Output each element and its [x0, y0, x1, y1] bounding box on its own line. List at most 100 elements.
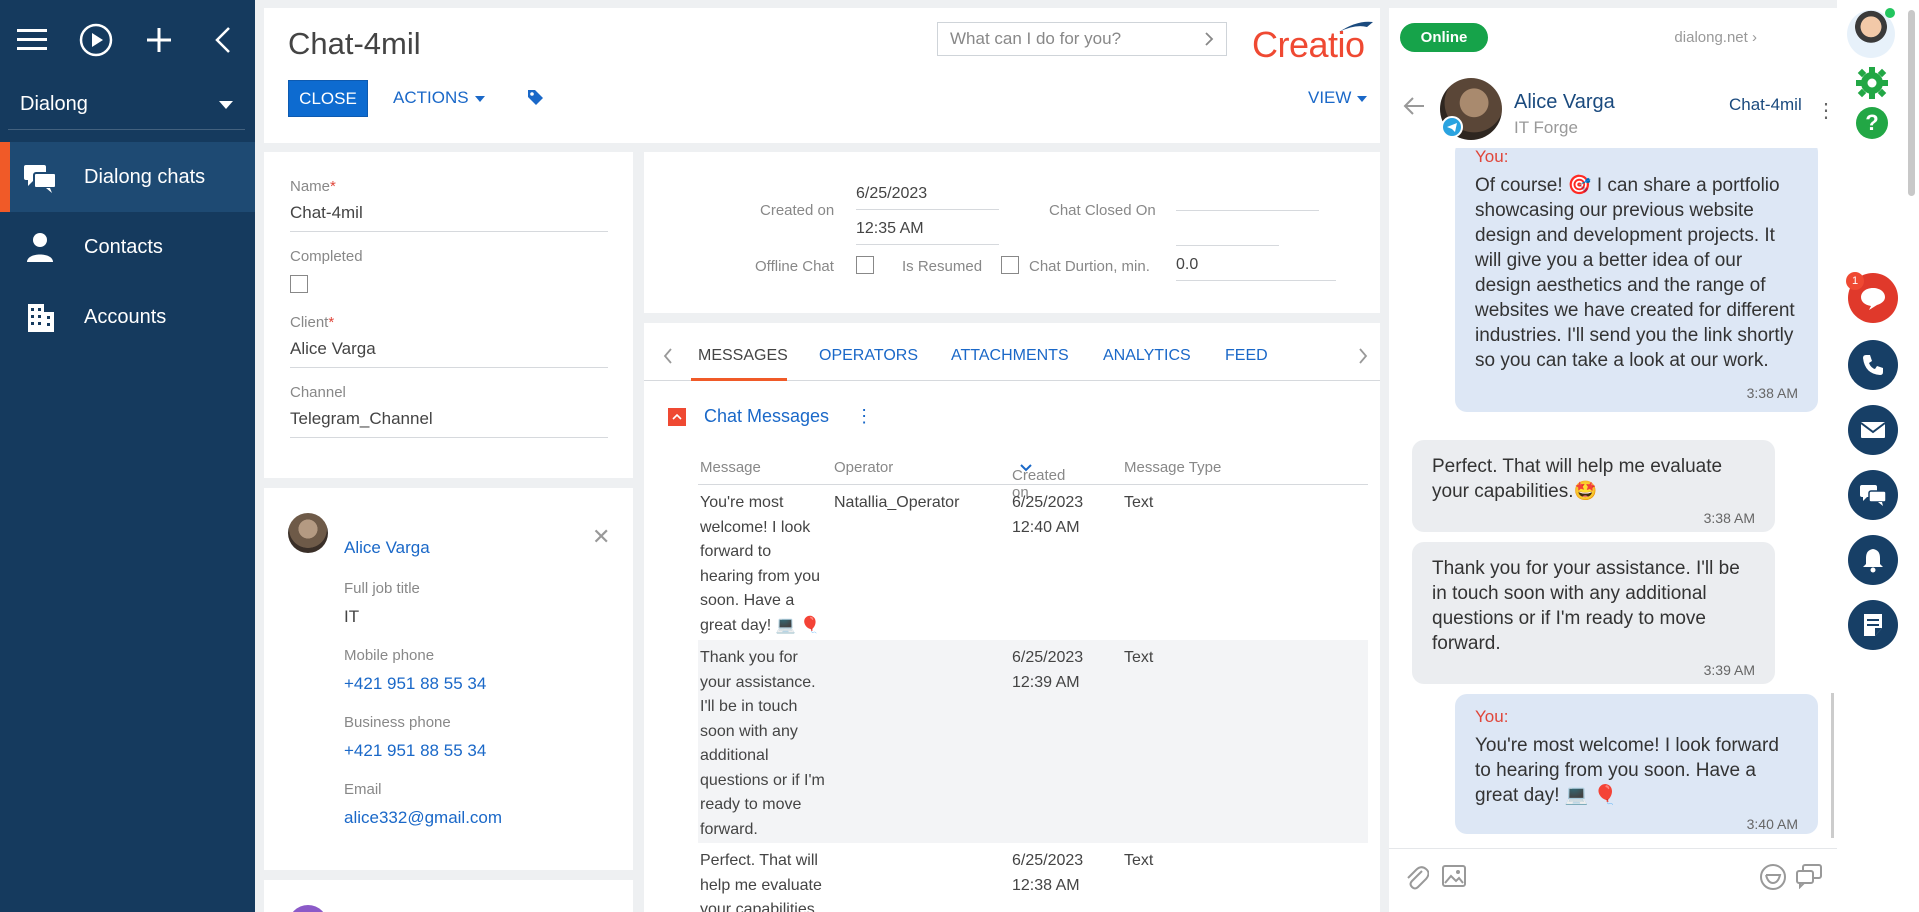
- tag-icon[interactable]: [526, 88, 544, 106]
- message-type-cell: Text: [1124, 649, 1154, 666]
- tab-feed[interactable]: FEED: [1225, 347, 1268, 365]
- completed-checkbox[interactable]: [290, 275, 308, 293]
- tab-messages[interactable]: MESSAGES: [698, 347, 788, 365]
- communication-panel: ? 1: [1837, 0, 1919, 912]
- email-field: Email alice332@gmail.com: [344, 781, 502, 828]
- tabs-scroll-right-icon[interactable]: [1358, 347, 1368, 365]
- add-icon[interactable]: [128, 0, 192, 80]
- name-value[interactable]: Chat-4mil: [290, 203, 608, 232]
- email-link[interactable]: alice332@gmail.com: [344, 808, 502, 828]
- offline-chat-label: Offline Chat: [755, 258, 834, 275]
- bell-icon: [1863, 549, 1883, 573]
- next-card: [264, 880, 633, 912]
- mobile-phone-link[interactable]: +421 951 88 55 34: [344, 674, 486, 694]
- help-icon[interactable]: ?: [1856, 107, 1888, 139]
- chat-closed-on-label: Chat Closed On: [1049, 202, 1156, 219]
- table-row[interactable]: You're most welcome! I look forward to h…: [698, 485, 1368, 640]
- collapse-chevron-icon[interactable]: [191, 0, 255, 80]
- nav-item-accounts[interactable]: Accounts: [0, 282, 255, 352]
- tab-attachments[interactable]: ATTACHMENTS: [951, 347, 1069, 365]
- feed-rail-button[interactable]: [1848, 600, 1898, 650]
- image-icon[interactable]: [1441, 863, 1467, 889]
- attachment-icon[interactable]: [1403, 863, 1429, 893]
- active-tab-indicator: [691, 378, 787, 381]
- collapse-toggle-icon[interactable]: [668, 407, 686, 426]
- operator-cell: Natallia_Operator: [834, 494, 960, 511]
- online-status-badge[interactable]: Online: [1400, 23, 1488, 52]
- page-title: Chat-4mil: [288, 26, 421, 61]
- menu-icon[interactable]: [0, 0, 64, 80]
- mobile-phone-field: Mobile phone +421 951 88 55 34: [344, 647, 486, 694]
- column-header-operator[interactable]: Operator: [834, 459, 893, 476]
- nav-item-contacts[interactable]: Contacts: [0, 212, 255, 282]
- page-scrollbar[interactable]: [1908, 10, 1915, 196]
- quick-replies-icon[interactable]: [1795, 863, 1823, 889]
- field-label: Channel: [290, 384, 346, 401]
- completed-field: Completed: [290, 248, 608, 298]
- chat-closed-time-field[interactable]: [1176, 245, 1279, 246]
- phone-rail-button[interactable]: [1848, 340, 1898, 390]
- nav-item-label: Accounts: [84, 305, 167, 328]
- page-header: Chat-4mil What can I do for you? Creatio…: [264, 8, 1380, 143]
- tab-analytics[interactable]: ANALYTICS: [1103, 347, 1191, 365]
- created-date-value[interactable]: 6/25/2023: [856, 185, 999, 210]
- nav-item-dialong-chats[interactable]: Dialong chats: [0, 142, 255, 212]
- contact-name-link[interactable]: Alice Varga: [344, 538, 430, 558]
- chat-closed-date-field[interactable]: [1176, 210, 1319, 211]
- message-time: 3:38 AM: [1746, 385, 1798, 401]
- emoji-icon[interactable]: [1759, 863, 1787, 891]
- table-row[interactable]: Perfect. That will help me evaluate your…: [698, 843, 1368, 912]
- chat-contact-name[interactable]: Alice Varga: [1514, 91, 1615, 114]
- actions-button[interactable]: ACTIONS: [393, 88, 485, 108]
- created-on-cell: 6/25/2023 12:38 AM: [1012, 852, 1084, 894]
- chat-messages-header: Chat Messages ⋮: [668, 406, 873, 427]
- field-label: Name*: [290, 178, 336, 195]
- telegram-icon: [1441, 116, 1463, 138]
- table-row[interactable]: Thank you for your assistance. I'll be i…: [698, 640, 1368, 843]
- client-field[interactable]: Client* Alice Varga: [290, 314, 608, 368]
- message-list: You: Of course! 🎯 I can share a portfoli…: [1389, 148, 1837, 838]
- gear-icon[interactable]: [1855, 66, 1889, 100]
- unread-count-badge: 1: [1846, 272, 1864, 290]
- field-label: Client*: [290, 314, 335, 331]
- column-header-message-type[interactable]: Message Type: [1124, 459, 1221, 476]
- back-arrow-icon[interactable]: [1403, 96, 1425, 116]
- tabs-scroll-left-icon[interactable]: [663, 347, 673, 365]
- message-text: Thank you for your assistance. I'll be i…: [1432, 558, 1740, 654]
- message-list-scrollbar[interactable]: [1831, 693, 1834, 838]
- close-button[interactable]: CLOSE: [288, 80, 368, 117]
- messenger-rail-button[interactable]: [1848, 470, 1898, 520]
- column-header-message[interactable]: Message: [700, 459, 761, 476]
- chat-duration-value[interactable]: 0.0: [1176, 256, 1336, 281]
- is-resumed-checkbox[interactable]: [1001, 256, 1019, 274]
- message-time: 3:38 AM: [1703, 510, 1755, 526]
- channel-value[interactable]: Telegram_Channel: [290, 409, 608, 438]
- process-play-icon[interactable]: [64, 0, 128, 80]
- detail-tabs-card: MESSAGES OPERATORS ATTACHMENTS ANALYTICS…: [644, 323, 1380, 912]
- tab-operators[interactable]: OPERATORS: [819, 347, 918, 365]
- column-header-created-on[interactable]: Created on: [1012, 459, 1065, 501]
- channel-field[interactable]: Channel Telegram_Channel: [290, 384, 608, 438]
- notifications-rail-button[interactable]: [1848, 535, 1898, 585]
- chat-messages-title[interactable]: Chat Messages: [704, 406, 829, 427]
- contact-mini-card: Alice Varga ✕ Full job title IT Mobile p…: [264, 488, 633, 870]
- workspace-label: Dialong: [20, 93, 88, 115]
- more-options-icon[interactable]: ⋮: [855, 406, 873, 427]
- view-label: VIEW: [1308, 88, 1352, 107]
- nav-item-label: Contacts: [84, 235, 163, 258]
- chevron-down-icon: [219, 100, 233, 109]
- chat-reference-link[interactable]: Chat-4mil: [1729, 95, 1802, 115]
- command-search-input[interactable]: What can I do for you?: [937, 22, 1227, 56]
- offline-chat-checkbox[interactable]: [856, 256, 874, 274]
- created-time-value[interactable]: 12:35 AM: [856, 220, 999, 245]
- workspace-selector[interactable]: Dialong: [8, 80, 245, 130]
- more-options-icon[interactable]: ⋮: [1816, 98, 1836, 123]
- email-rail-button[interactable]: [1848, 405, 1898, 455]
- view-button[interactable]: VIEW: [1308, 88, 1368, 108]
- close-icon[interactable]: ✕: [592, 524, 610, 550]
- business-phone-link[interactable]: +421 951 88 55 34: [344, 741, 486, 761]
- tab-bar: MESSAGES OPERATORS ATTACHMENTS ANALYTICS…: [644, 323, 1380, 381]
- client-value[interactable]: Alice Varga: [290, 339, 608, 368]
- name-field[interactable]: Name* Chat-4mil: [290, 178, 608, 232]
- domain-link[interactable]: dialong.net ›: [1674, 29, 1757, 46]
